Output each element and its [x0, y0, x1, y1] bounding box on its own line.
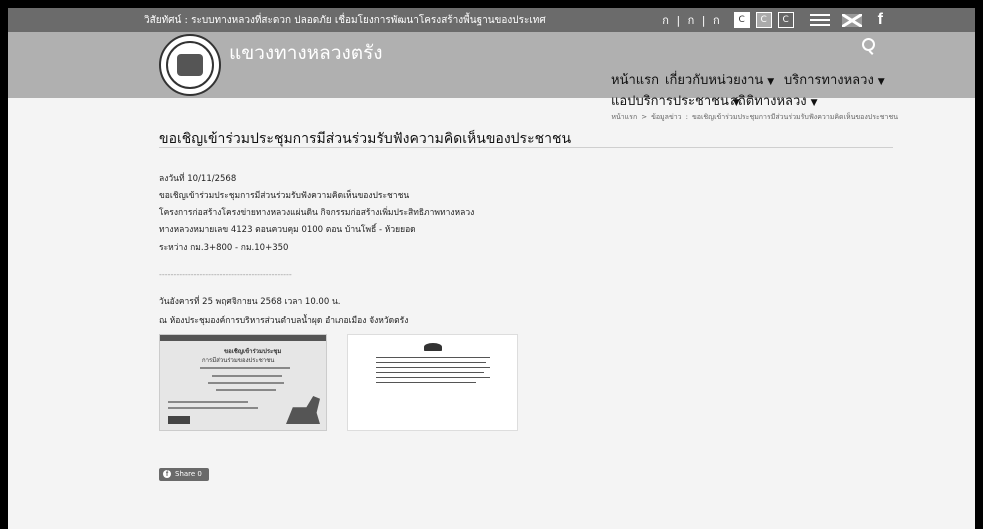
facebook-icon: f — [163, 470, 171, 478]
meeting-location: ณ ห้องประชุมองค์การบริหารส่วนตำบลน้ำผุด … — [159, 316, 409, 326]
contrast-normal-button[interactable]: C — [733, 12, 750, 28]
page-frame: วิสัยทัศน์ : ระบบทางหลวงที่สะดวก ปลอดภัย… — [8, 8, 975, 529]
contrast-dark-button[interactable]: C — [777, 12, 794, 28]
breadcrumb: หน้าแรก > ข้อมูลข่าว: ขอเชิญเข้าร่วมประชุมก… — [611, 113, 898, 121]
excavator-icon — [286, 396, 320, 424]
nav-services-label: บริการทางหลวง — [784, 73, 874, 88]
top-bar: วิสัยทัศน์ : ระบบทางหลวงที่สะดวก ปลอดภัย… — [8, 8, 975, 32]
chevron-down-icon: ▼ — [767, 77, 775, 87]
nav-app-services-label: แอปบริการประชาชน — [611, 94, 729, 109]
title-divider — [159, 147, 893, 148]
nav-services[interactable]: บริการทางหลวง ▼ — [784, 69, 885, 90]
poster-subtitle: การมีส่วนร่วมของประชาชน — [202, 357, 275, 364]
article-line: โครงการก่อสร้างโครงข่ายทางหลวงแผ่นดิน กิ… — [159, 208, 475, 218]
nav-about[interactable]: เกี่ยวกับหน่วยงาน ▼ — [665, 69, 774, 90]
share-label: Share 0 — [175, 470, 202, 478]
vision-text: วิสัยทัศน์ : ระบบทางหลวงที่สะดวก ปลอดภัย… — [144, 15, 546, 26]
article-line: ขอเชิญเข้าร่วมประชุมการมีส่วนร่วมรับฟังค… — [159, 191, 410, 201]
facebook-share-button[interactable]: f Share 0 — [159, 468, 209, 481]
accessibility-tools: ก | ก | ก C C C f — [662, 11, 883, 29]
dashed-divider: ----------------------------------------… — [159, 270, 292, 279]
nav-app-services[interactable]: แอปบริการประชาชน ▼ — [611, 90, 740, 111]
breadcrumb-home[interactable]: หน้าแรก — [611, 113, 637, 121]
site-name[interactable]: แขวงทางหลวงตรัง — [229, 38, 383, 68]
invitation-poster-thumbnail[interactable]: ขอเชิญเข้าร่วมประชุม การมีส่วนร่วมของประ… — [159, 334, 327, 431]
facebook-icon[interactable]: f — [878, 11, 883, 29]
menu-icon[interactable] — [809, 14, 830, 26]
official-letter-thumbnail[interactable] — [347, 334, 518, 431]
nav-stats-label: สถิติทางหลวง — [730, 94, 807, 109]
search-icon[interactable] — [862, 38, 875, 51]
nav-about-label: เกี่ยวกับหน่วยงาน — [665, 73, 764, 88]
breadcrumb-news[interactable]: ข้อมูลข่าว — [651, 113, 682, 121]
article-line: ทางหลวงหมายเลข 4123 ตอนควบคุม 0100 ตอน บ… — [159, 225, 416, 235]
nav-stats[interactable]: สถิติทางหลวง ▼ — [730, 90, 818, 111]
nav-home[interactable]: หน้าแรก — [611, 69, 659, 90]
contrast-gray-button[interactable]: C — [755, 12, 772, 28]
english-flag-icon[interactable] — [841, 13, 862, 27]
nav-home-label: หน้าแรก — [611, 73, 659, 88]
breadcrumb-current: ขอเชิญเข้าร่วมประชุมการมีส่วนร่วมรับฟังค… — [691, 113, 898, 121]
chevron-down-icon: ▼ — [877, 77, 885, 87]
chevron-down-icon: ▼ — [810, 98, 818, 108]
font-size-controls[interactable]: ก | ก | ก — [662, 11, 721, 29]
site-header: แขวงทางหลวงตรัง หน้าแรก เกี่ยวกับหน่วยงา… — [8, 32, 975, 109]
article-line: ระหว่าง กม.3+800 - กม.10+350 — [159, 243, 289, 253]
article-date: ลงวันที่ 10/11/2568 — [159, 174, 237, 184]
meeting-datetime: วันอังคารที่ 25 พฤศจิกายน 2568 เวลา 10.0… — [159, 297, 341, 307]
garuda-emblem-icon — [424, 343, 442, 351]
department-logo[interactable] — [159, 34, 221, 96]
